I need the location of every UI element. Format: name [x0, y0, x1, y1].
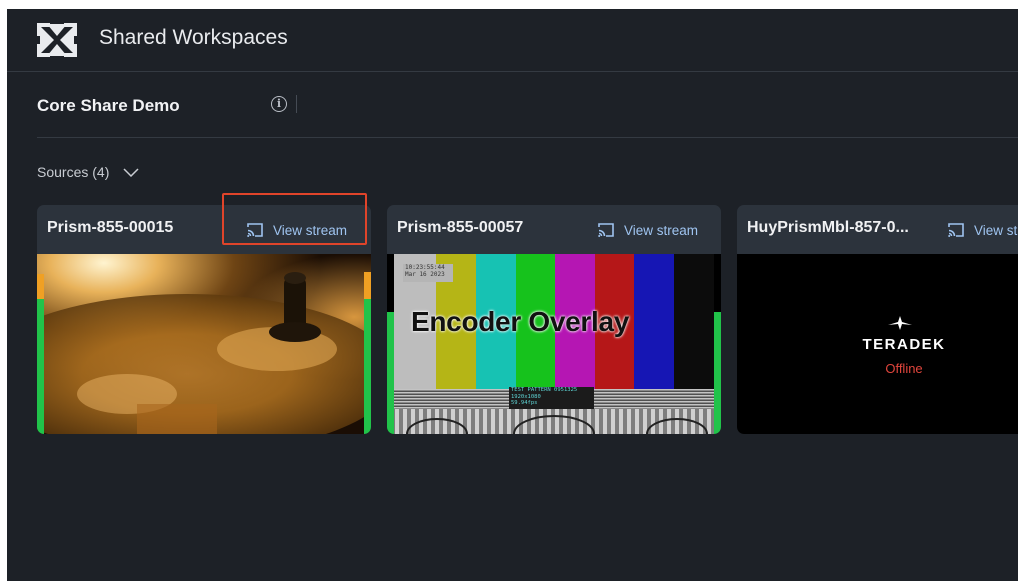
- stream-preview[interactable]: 10:23:55:44 Mar 16 2023 Encoder Overlay …: [387, 254, 721, 434]
- sources-label: Sources (4): [37, 164, 110, 180]
- stream-preview[interactable]: [37, 254, 371, 434]
- app-title: Shared Workspaces: [99, 26, 288, 49]
- source-name: HuyPrismMbl-857-0...: [747, 219, 909, 236]
- timecode-line: 10:23:55:44: [405, 264, 445, 271]
- teradek-logo-icon: [888, 316, 912, 330]
- sources-toggle[interactable]: Sources (4): [37, 164, 139, 180]
- offline-status: Offline: [885, 361, 923, 376]
- audio-meter-right: [364, 254, 371, 434]
- source-card[interactable]: Prism-855-00057 View stream 10:23:55:44 …: [387, 205, 721, 434]
- caption-line: 59.94fps: [511, 400, 538, 406]
- card-header: Prism-855-00057 View stream: [387, 205, 721, 254]
- audio-meter-left: [387, 254, 394, 434]
- overlay-text: Encoder Overlay: [411, 306, 630, 337]
- pattern-caption: TEST PATTERN 0951325 1920x1080 59.94fps: [511, 387, 577, 407]
- audio-meter-right: [714, 254, 721, 434]
- stream-preview[interactable]: TERADEK Offline: [737, 254, 1018, 434]
- source-name: Prism-855-00015: [47, 219, 174, 236]
- section-divider: [37, 137, 1018, 138]
- app-window: Shared Workspaces Core Share Demo i Sour…: [7, 9, 1018, 581]
- brand-name: TERADEK: [862, 336, 946, 353]
- highlight-box: [222, 193, 367, 245]
- divider: [296, 95, 297, 113]
- cymbal-image: [37, 254, 371, 434]
- info-icon[interactable]: i: [271, 96, 287, 112]
- test-pattern-image: [394, 254, 714, 434]
- timecode-text: 10:23:55:44 Mar 16 2023: [405, 264, 445, 278]
- chevron-down-icon: [123, 167, 139, 177]
- view-stream-label: View stream: [974, 222, 1018, 238]
- source-name: Prism-855-00057: [397, 219, 524, 236]
- source-card[interactable]: HuyPrismMbl-857-0... View stream TERADEK…: [737, 205, 1018, 434]
- view-stream-button[interactable]: View stream: [947, 217, 1018, 243]
- cast-icon: [948, 223, 964, 237]
- view-stream-button[interactable]: View stream: [597, 217, 698, 243]
- teradek-share-logo[interactable]: [37, 23, 77, 57]
- top-bar: Shared Workspaces: [7, 9, 1018, 72]
- cast-icon: [598, 223, 614, 237]
- audio-meter-left: [37, 254, 44, 434]
- caption-line: TEST PATTERN 0951325: [511, 387, 578, 393]
- date-line: Mar 16 2023: [405, 271, 445, 278]
- view-stream-label: View stream: [624, 222, 699, 238]
- workspace-name: Core Share Demo: [37, 96, 180, 115]
- card-header: HuyPrismMbl-857-0... View stream: [737, 205, 1018, 254]
